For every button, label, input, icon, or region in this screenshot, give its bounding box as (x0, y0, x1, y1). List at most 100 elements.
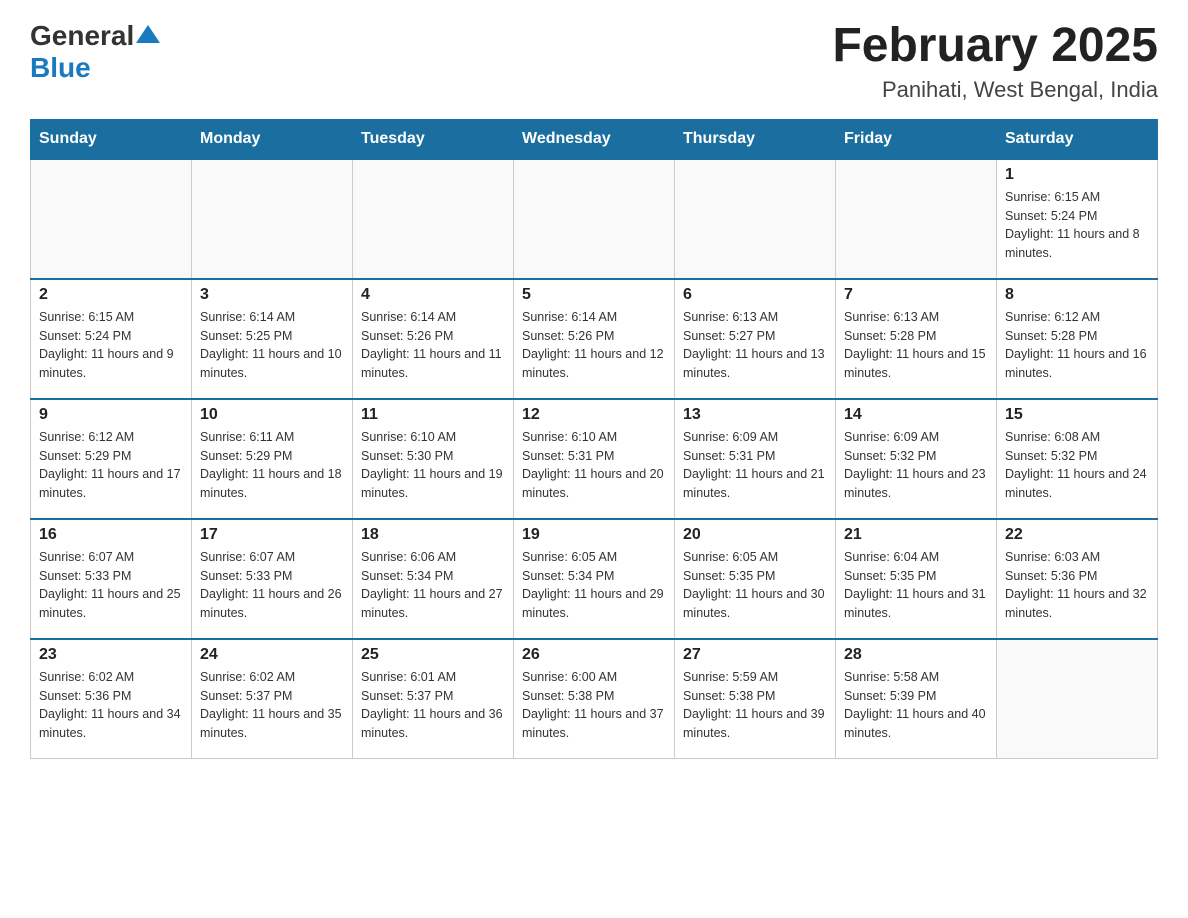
calendar-table: SundayMondayTuesdayWednesdayThursdayFrid… (30, 119, 1158, 760)
day-info: Sunrise: 6:07 AMSunset: 5:33 PMDaylight:… (39, 548, 183, 623)
calendar-cell: 5 Sunrise: 6:14 AMSunset: 5:26 PMDaylight… (514, 279, 675, 399)
day-info: Sunrise: 6:15 AMSunset: 5:24 PMDaylight:… (39, 308, 183, 383)
calendar-cell: 20 Sunrise: 6:05 AMSunset: 5:35 PMDayligh… (675, 519, 836, 639)
week-row-2: 2 Sunrise: 6:15 AMSunset: 5:24 PMDaylight… (31, 279, 1158, 399)
day-number: 3 (200, 286, 344, 304)
calendar-cell: 9 Sunrise: 6:12 AMSunset: 5:29 PMDaylight… (31, 399, 192, 519)
calendar-cell: 2 Sunrise: 6:15 AMSunset: 5:24 PMDaylight… (31, 279, 192, 399)
calendar-cell: 8 Sunrise: 6:12 AMSunset: 5:28 PMDaylight… (997, 279, 1158, 399)
day-number: 13 (683, 406, 827, 424)
day-info: Sunrise: 6:14 AMSunset: 5:26 PMDaylight:… (361, 308, 505, 383)
day-number: 12 (522, 406, 666, 424)
day-number: 6 (683, 286, 827, 304)
calendar-cell: 25 Sunrise: 6:01 AMSunset: 5:37 PMDayligh… (353, 639, 514, 759)
calendar-cell: 14Sunrise: 6:09 AMSunset: 5:32 PMDayligh… (836, 399, 997, 519)
weekday-header-row: SundayMondayTuesdayWednesdayThursdayFrid… (31, 119, 1158, 159)
logo-blue-text: Blue (30, 52, 91, 84)
calendar-cell: 26Sunrise: 6:00 AMSunset: 5:38 PMDayligh… (514, 639, 675, 759)
weekday-header-friday: Friday (836, 119, 997, 159)
day-info: Sunrise: 6:05 AMSunset: 5:34 PMDaylight:… (522, 548, 666, 623)
calendar-cell: 10Sunrise: 6:11 AMSunset: 5:29 PMDayligh… (192, 399, 353, 519)
day-info: Sunrise: 6:07 AMSunset: 5:33 PMDaylight:… (200, 548, 344, 623)
day-number: 21 (844, 526, 988, 544)
day-info: Sunrise: 6:12 AMSunset: 5:29 PMDaylight:… (39, 428, 183, 503)
calendar-cell (675, 159, 836, 279)
day-info: Sunrise: 5:58 AMSunset: 5:39 PMDaylight:… (844, 668, 988, 743)
calendar-cell (31, 159, 192, 279)
logo: General Blue (30, 20, 160, 84)
day-number: 27 (683, 646, 827, 664)
day-info: Sunrise: 6:03 AMSunset: 5:36 PMDaylight:… (1005, 548, 1149, 623)
day-number: 18 (361, 526, 505, 544)
day-info: Sunrise: 6:00 AMSunset: 5:38 PMDaylight:… (522, 668, 666, 743)
calendar-cell (353, 159, 514, 279)
weekday-header-wednesday: Wednesday (514, 119, 675, 159)
day-number: 10 (200, 406, 344, 424)
calendar-cell: 19 Sunrise: 6:05 AMSunset: 5:34 PMDayligh… (514, 519, 675, 639)
week-row-5: 23 Sunrise: 6:02 AMSunset: 5:36 PMDayligh… (31, 639, 1158, 759)
day-number: 17 (200, 526, 344, 544)
day-number: 25 (361, 646, 505, 664)
calendar-cell (836, 159, 997, 279)
day-number: 15 (1005, 406, 1149, 424)
day-info: Sunrise: 6:10 AMSunset: 5:30 PMDaylight:… (361, 428, 505, 503)
day-info: Sunrise: 6:13 AMSunset: 5:27 PMDaylight:… (683, 308, 827, 383)
calendar-cell: 21 Sunrise: 6:04 AMSunset: 5:35 PMDayligh… (836, 519, 997, 639)
day-info: Sunrise: 6:01 AMSunset: 5:37 PMDaylight:… (361, 668, 505, 743)
calendar-cell: 1 Sunrise: 6:15 AMSunset: 5:24 PMDaylight… (997, 159, 1158, 279)
calendar-cell: 12 Sunrise: 6:10 AMSunset: 5:31 PMDayligh… (514, 399, 675, 519)
day-info: Sunrise: 6:06 AMSunset: 5:34 PMDaylight:… (361, 548, 505, 623)
calendar-cell: 18 Sunrise: 6:06 AMSunset: 5:34 PMDayligh… (353, 519, 514, 639)
day-number: 14 (844, 406, 988, 424)
day-info: Sunrise: 6:09 AMSunset: 5:31 PMDaylight:… (683, 428, 827, 503)
day-number: 7 (844, 286, 988, 304)
day-number: 1 (1005, 166, 1149, 184)
calendar-cell: 17 Sunrise: 6:07 AMSunset: 5:33 PMDayligh… (192, 519, 353, 639)
day-number: 22 (1005, 526, 1149, 544)
calendar-cell: 22 Sunrise: 6:03 AMSunset: 5:36 PMDayligh… (997, 519, 1158, 639)
day-info: Sunrise: 6:14 AMSunset: 5:25 PMDaylight:… (200, 308, 344, 383)
day-number: 4 (361, 286, 505, 304)
week-row-3: 9 Sunrise: 6:12 AMSunset: 5:29 PMDaylight… (31, 399, 1158, 519)
day-number: 5 (522, 286, 666, 304)
calendar-cell: 11 Sunrise: 6:10 AMSunset: 5:30 PMDayligh… (353, 399, 514, 519)
calendar-cell: 28 Sunrise: 5:58 AMSunset: 5:39 PMDayligh… (836, 639, 997, 759)
calendar-subtitle: Panihati, West Bengal, India (832, 77, 1158, 103)
weekday-header-monday: Monday (192, 119, 353, 159)
day-number: 23 (39, 646, 183, 664)
day-info: Sunrise: 6:05 AMSunset: 5:35 PMDaylight:… (683, 548, 827, 623)
day-number: 28 (844, 646, 988, 664)
weekday-header-sunday: Sunday (31, 119, 192, 159)
day-info: Sunrise: 6:12 AMSunset: 5:28 PMDaylight:… (1005, 308, 1149, 383)
week-row-4: 16Sunrise: 6:07 AMSunset: 5:33 PMDayligh… (31, 519, 1158, 639)
calendar-cell: 23 Sunrise: 6:02 AMSunset: 5:36 PMDayligh… (31, 639, 192, 759)
calendar-cell (514, 159, 675, 279)
calendar-cell: 24 Sunrise: 6:02 AMSunset: 5:37 PMDayligh… (192, 639, 353, 759)
logo-triangle-icon (136, 25, 160, 43)
calendar-cell (192, 159, 353, 279)
day-info: Sunrise: 6:02 AMSunset: 5:37 PMDaylight:… (200, 668, 344, 743)
day-number: 8 (1005, 286, 1149, 304)
header: General Blue February 2025 Panihati, Wes… (30, 20, 1158, 103)
day-number: 19 (522, 526, 666, 544)
calendar-cell: 16Sunrise: 6:07 AMSunset: 5:33 PMDayligh… (31, 519, 192, 639)
day-info: Sunrise: 6:02 AMSunset: 5:36 PMDaylight:… (39, 668, 183, 743)
title-area: February 2025 Panihati, West Bengal, Ind… (832, 20, 1158, 103)
day-info: Sunrise: 6:10 AMSunset: 5:31 PMDaylight:… (522, 428, 666, 503)
calendar-cell: 3 Sunrise: 6:14 AMSunset: 5:25 PMDaylight… (192, 279, 353, 399)
calendar-cell: 27Sunrise: 5:59 AMSunset: 5:38 PMDayligh… (675, 639, 836, 759)
weekday-header-saturday: Saturday (997, 119, 1158, 159)
calendar-cell: 6 Sunrise: 6:13 AMSunset: 5:27 PMDaylight… (675, 279, 836, 399)
day-number: 9 (39, 406, 183, 424)
day-number: 20 (683, 526, 827, 544)
day-number: 11 (361, 406, 505, 424)
weekday-header-tuesday: Tuesday (353, 119, 514, 159)
day-number: 2 (39, 286, 183, 304)
day-info: Sunrise: 6:04 AMSunset: 5:35 PMDaylight:… (844, 548, 988, 623)
calendar-cell: 4 Sunrise: 6:14 AMSunset: 5:26 PMDaylight… (353, 279, 514, 399)
weekday-header-thursday: Thursday (675, 119, 836, 159)
day-number: 24 (200, 646, 344, 664)
calendar-title: February 2025 (832, 20, 1158, 73)
day-info: Sunrise: 6:15 AMSunset: 5:24 PMDaylight:… (1005, 188, 1149, 263)
day-info: Sunrise: 6:14 AMSunset: 5:26 PMDaylight:… (522, 308, 666, 383)
